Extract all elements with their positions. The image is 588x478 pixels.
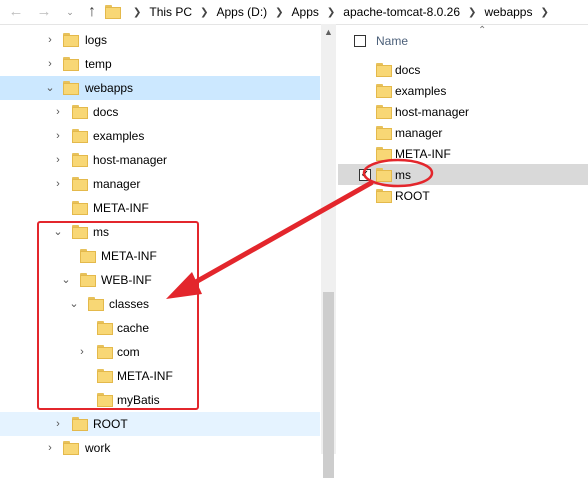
folder-icon (376, 126, 392, 140)
tree-item-label: logs (85, 33, 108, 47)
folder-icon (63, 81, 79, 95)
breadcrumb-item[interactable]: webapps (484, 5, 532, 19)
folder-icon (376, 84, 392, 98)
list-item-examples[interactable]: examples (338, 80, 588, 101)
list-item-label: ROOT (395, 189, 430, 203)
folder-icon (105, 5, 121, 19)
chevron-right-icon[interactable]: › (52, 152, 64, 168)
forward-button[interactable]: → (34, 2, 54, 22)
list-item-host-manager[interactable]: host-manager (338, 101, 588, 122)
tree-item-label: webapps (85, 81, 134, 95)
tree-item-work[interactable]: › work (0, 436, 320, 460)
recent-locations-button[interactable]: ⌄ (60, 2, 80, 22)
folder-icon (72, 417, 88, 431)
breadcrumb-item[interactable]: Apps (292, 5, 319, 19)
folder-icon (63, 33, 79, 47)
arrow-right-icon: → (36, 3, 52, 20)
up-button[interactable]: ↑ (82, 2, 102, 22)
tree-item-host-manager[interactable]: › host-manager (0, 148, 320, 172)
tree-item-label: examples (93, 129, 145, 143)
tree-item-temp[interactable]: › temp (0, 52, 320, 76)
chevron-right-icon[interactable]: ❯ (133, 7, 141, 18)
folder-icon (376, 105, 392, 119)
list-item-ms[interactable]: ✓ ms (338, 164, 588, 185)
scroll-up-icon[interactable]: ▲ (321, 27, 336, 37)
tree-item-label: manager (93, 177, 141, 191)
list-item-label: manager (395, 126, 443, 140)
file-list: Name ⌃ docs examples host-manager manage… (338, 25, 588, 454)
breadcrumb-item[interactable]: apache-tomcat-8.0.26 (343, 5, 460, 19)
chevron-right-icon[interactable]: › (52, 416, 64, 432)
chevron-down-icon: ⌄ (66, 7, 74, 17)
tree-item-logs[interactable]: › logs (0, 28, 320, 52)
chevron-right-icon[interactable]: › (52, 176, 64, 192)
tree-item-docs[interactable]: › docs (0, 100, 320, 124)
list-item-docs[interactable]: docs (338, 59, 588, 80)
back-button[interactable]: ← (6, 2, 26, 22)
tree-item-manager[interactable]: › manager (0, 172, 320, 196)
chevron-right-icon[interactable]: ❯ (468, 7, 476, 18)
tree-item-root[interactable]: › ROOT (0, 412, 320, 436)
breadcrumb[interactable]: ❯ This PC ❯ Apps (D:) ❯ Apps ❯ apache-to… (105, 0, 557, 24)
chevron-right-icon[interactable]: › (52, 104, 64, 120)
folder-icon (376, 147, 392, 161)
tree-item-label: META-INF (93, 201, 149, 215)
chevron-right-icon[interactable]: ❯ (275, 7, 283, 18)
list-item-root[interactable]: ROOT (338, 185, 588, 206)
list-item-meta-inf[interactable]: META-INF (338, 143, 588, 164)
tree-item-webapps[interactable]: ⌄ webapps (0, 76, 320, 100)
list-item-label: examples (395, 84, 447, 98)
tree-item-label: temp (85, 57, 112, 71)
breadcrumb-item[interactable]: This PC (149, 5, 192, 19)
tree-scrollbar[interactable]: ▲ (321, 24, 336, 478)
tree-item-meta-inf[interactable]: META-INF (0, 196, 320, 220)
folder-icon (72, 129, 88, 143)
chevron-right-icon[interactable]: ❯ (327, 7, 335, 18)
address-bar: ← → ⌄ ↑ ❯ This PC ❯ Apps (D:) ❯ Apps ❯ a… (0, 0, 588, 25)
folder-icon (63, 441, 79, 455)
list-item-label: host-manager (395, 105, 470, 119)
list-item-label: META-INF (395, 147, 451, 161)
annotation-box (37, 221, 199, 410)
tree-item-examples[interactable]: › examples (0, 124, 320, 148)
select-all-checkbox[interactable] (354, 35, 366, 47)
folder-icon (72, 105, 88, 119)
list-item-label: docs (395, 63, 421, 77)
sort-ascending-icon: ⌃ (478, 25, 487, 36)
chevron-right-icon[interactable]: › (44, 56, 56, 72)
arrow-left-icon: ← (8, 3, 24, 20)
folder-icon (376, 63, 392, 77)
folder-icon (72, 201, 88, 215)
scrollbar-thumb[interactable] (323, 292, 334, 478)
breadcrumb-item[interactable]: Apps (D:) (216, 5, 267, 19)
chevron-right-icon[interactable]: › (52, 128, 64, 144)
item-checkbox[interactable]: ✓ (359, 169, 371, 181)
chevron-right-icon[interactable]: › (44, 32, 56, 48)
folder-icon (72, 177, 88, 191)
list-item-manager[interactable]: manager (338, 122, 588, 143)
name-column-header[interactable]: Name (376, 34, 408, 48)
tree-item-label: docs (93, 105, 119, 119)
tree-item-label: host-manager (93, 153, 168, 167)
folder-icon (72, 153, 88, 167)
tree-item-label: ROOT (93, 417, 128, 431)
folder-icon (376, 189, 392, 203)
chevron-right-icon[interactable]: ❯ (200, 7, 208, 18)
list-item-label: ms (395, 168, 411, 182)
chevron-down-icon[interactable]: ⌄ (44, 80, 56, 96)
arrow-up-icon: ↑ (88, 3, 96, 20)
chevron-right-icon[interactable]: ❯ (540, 7, 548, 18)
column-header: Name ⌃ (338, 25, 588, 55)
folder-icon (376, 168, 392, 182)
folder-icon (63, 57, 79, 71)
